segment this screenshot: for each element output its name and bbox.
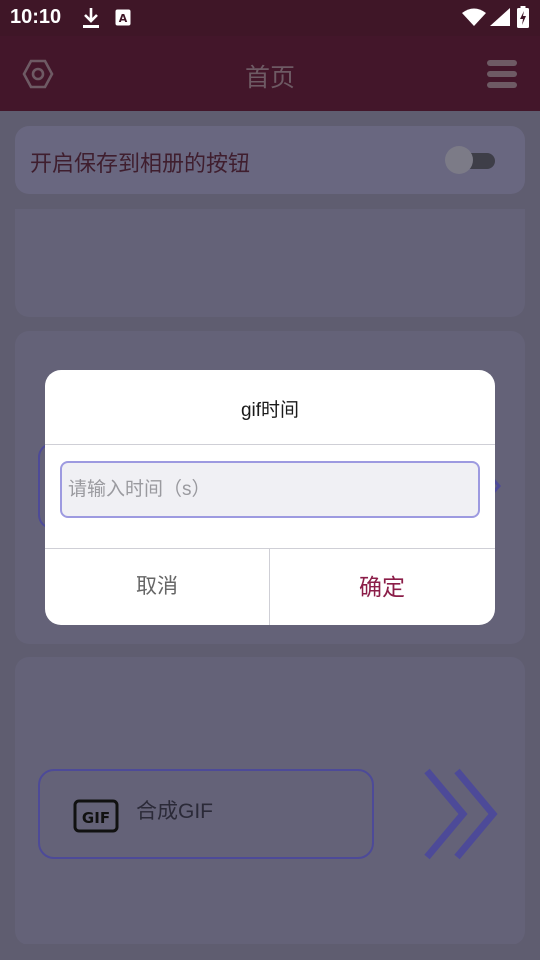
confirm-button[interactable]: 确定 [270,549,494,625]
download-icon [82,7,100,33]
gif-time-dialog: gif时间 取消 确定 [45,370,495,625]
double-chevron-right-icon[interactable] [423,767,503,865]
save-to-album-toggle[interactable] [445,146,495,174]
page-title: 首页 [244,63,295,92]
empty-card [15,209,525,317]
time-input[interactable] [60,461,480,518]
cancel-button[interactable]: 取消 [45,549,269,625]
gif-icon: GIF [73,799,119,837]
svg-text:A: A [119,12,128,25]
svg-text:GIF: GIF [82,809,110,827]
save-to-album-setting-card: 开启保存到相册的按钮 [15,126,525,194]
navigation-strip [0,944,540,960]
wifi-icon [462,8,486,30]
signal-icon [490,8,510,30]
make-gif-label: 合成GIF [136,800,213,823]
gif-card: GIF 合成GIF [15,657,525,945]
divider [45,444,495,445]
status-bar: 10:10 A [0,0,540,36]
toggle-thumb [445,146,473,174]
make-gif-button[interactable]: GIF 合成GIF [38,769,374,859]
status-time: 10:10 [10,6,62,28]
save-to-album-label: 开启保存到相册的按钮 [30,152,251,177]
dialog-title: gif时间 [240,400,300,421]
menu-icon[interactable] [486,58,518,94]
text-a-icon: A [115,9,131,30]
battery-charging-icon [517,6,529,32]
app-bar: 首页 [0,36,540,111]
